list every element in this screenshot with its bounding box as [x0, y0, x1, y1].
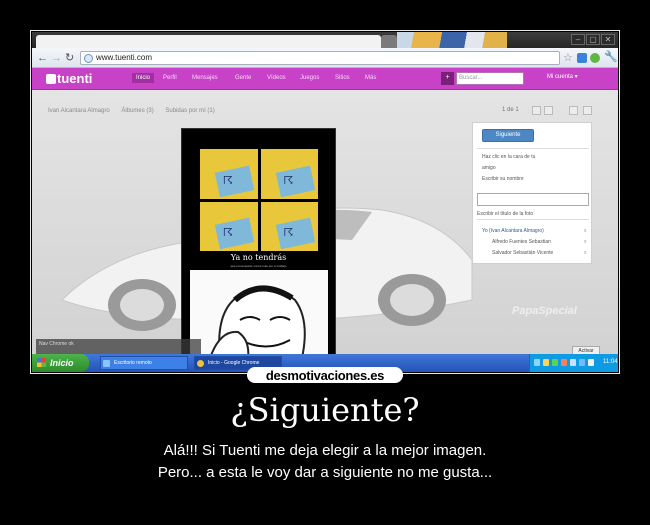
nav-inicio[interactable]: Inicio [132, 73, 155, 83]
photo-grid: ☈ ☈ ☈ ☈ [200, 149, 318, 251]
volume-icon[interactable] [588, 359, 594, 366]
account-menu[interactable]: Mi cuenta ▾ [547, 73, 578, 80]
activar-button[interactable]: Activar [572, 346, 600, 354]
close-photo-button[interactable] [583, 106, 592, 115]
nav-gente[interactable]: Gente [235, 75, 251, 81]
tab-strip-artwork [397, 32, 507, 48]
tray-icon[interactable] [579, 359, 585, 366]
poster-caption-line-2: Pero... a esta le voy dar a siguiente no… [157, 464, 493, 481]
windows-flag-icon [37, 358, 46, 367]
remove-tag-icon[interactable]: x [584, 228, 587, 234]
wrench-icon[interactable]: 🔧 [604, 51, 618, 63]
address-url: www.tuenti.com [96, 53, 153, 62]
tag-instruction: Haz clic en la cara de tu [482, 154, 536, 160]
screenshot-frame: – ▢ ✕ ← → ↻ www.tuenti.com ☆ 🔧 tuenti In… [30, 30, 620, 374]
close-button[interactable]: ✕ [601, 34, 615, 45]
nav-mensajes[interactable]: Mensajes [192, 75, 218, 81]
watermark-text: PapaSpecial [512, 305, 577, 317]
new-tab-button[interactable] [381, 35, 397, 48]
system-tray: 11:04 [529, 354, 618, 372]
taskbar-item[interactable]: Escritorio remoto [100, 356, 188, 370]
tagged-person[interactable]: Salvador Sebastián Vicente [492, 250, 553, 256]
breadcrumb-profile[interactable]: Ivan Alcantara Almagro [48, 108, 110, 114]
tray-icon[interactable] [561, 359, 567, 366]
nav-perfil[interactable]: Perfil [163, 75, 177, 81]
extension-icon[interactable] [577, 53, 587, 63]
tray-icon[interactable] [570, 359, 576, 366]
nav-juegos[interactable]: Juegos [300, 75, 319, 81]
photo-caption: Ya no tendrás [230, 253, 287, 262]
tray-icon[interactable] [552, 359, 558, 366]
extension-icon[interactable] [590, 53, 600, 63]
photo-tile: ☈ [260, 149, 318, 199]
tagged-person[interactable]: Yo (Ivan Alcantara Almagro) [482, 228, 544, 234]
start-button[interactable]: Inicio [32, 354, 89, 372]
nav-videos[interactable]: Vídeos [267, 75, 286, 81]
tag-instruction-2: amigo [482, 165, 496, 171]
poster-caption-line-1: Alá!!! Si Tuenti me deja elegir a la mej… [163, 442, 487, 459]
photo-title-hint: Escribir el título de la foto [477, 211, 534, 217]
tuenti-logo[interactable]: tuenti [46, 71, 92, 86]
desmotivaciones-logo: desmotivaciones.es [247, 367, 403, 383]
tag-sidebar: Siguiente Haz clic en la cara de tu amig… [472, 122, 592, 264]
siguiente-button[interactable]: Siguiente [482, 129, 534, 142]
invite-plus-button[interactable]: + [441, 72, 454, 85]
reload-icon[interactable]: ↻ [65, 52, 74, 64]
tuenti-header: tuenti Inicio Perfil Mensajes Gente Víde… [32, 68, 618, 90]
tray-icon[interactable] [543, 359, 549, 366]
next-photo-button[interactable] [544, 106, 553, 115]
bookmark-star-icon[interactable]: ☆ [563, 51, 573, 64]
nav-mas[interactable]: Más [365, 75, 376, 81]
photo-viewer[interactable]: ☈ ☈ ☈ ☈ Ya no tendrás que preocuparte nu… [181, 128, 336, 354]
photo-option-button[interactable] [569, 106, 578, 115]
breadcrumb: Ivan Alcantara Almagro Álbumes (3) Subid… [48, 108, 225, 114]
photo-tile: ☈ [200, 201, 258, 251]
address-bar[interactable]: www.tuenti.com [80, 51, 560, 65]
write-name-link[interactable]: Escribir su nombre [482, 176, 524, 182]
tray-icon[interactable] [534, 359, 540, 366]
browser-tab[interactable] [36, 35, 381, 48]
photo-subcaption: que preocuparte nunca mas por tu trabajo [230, 264, 287, 268]
back-arrow-icon[interactable]: ← [37, 52, 48, 64]
prev-photo-button[interactable] [532, 106, 541, 115]
minimize-button[interactable]: – [571, 34, 585, 45]
remove-tag-icon[interactable]: x [584, 239, 587, 245]
forward-arrow-icon[interactable]: → [51, 52, 62, 64]
maximize-button[interactable]: ▢ [586, 34, 600, 45]
photo-tile: ☈ [260, 201, 318, 251]
embedded-screenshot: – ▢ ✕ ← → ↻ www.tuenti.com ☆ 🔧 tuenti In… [32, 32, 618, 372]
meme-face-image [190, 270, 328, 354]
taskbar-clock: 11:04 [603, 359, 618, 365]
photo-tile: ☈ [200, 149, 258, 199]
globe-icon [84, 54, 93, 63]
breadcrumb-uploads[interactable]: Subidas por mí (1) [165, 108, 214, 114]
status-popup: Nav Chrome ok [36, 339, 201, 354]
browser-tab-strip: – ▢ ✕ [32, 32, 618, 48]
tagged-person[interactable]: Alfredo Fuentes Sebastian [492, 239, 551, 245]
search-input[interactable]: Buscar... [456, 72, 524, 85]
breadcrumb-albums[interactable]: Álbumes (3) [121, 108, 153, 114]
poster-title: ¿Siguiente? [230, 391, 420, 429]
browser-toolbar: ← → ↻ www.tuenti.com ☆ 🔧 [32, 48, 618, 68]
photo-pager: 1 de 1 [502, 107, 519, 113]
remove-tag-icon[interactable]: x [584, 250, 587, 256]
photo-title-input[interactable] [477, 193, 589, 206]
nav-sitios[interactable]: Sitios [335, 75, 350, 81]
